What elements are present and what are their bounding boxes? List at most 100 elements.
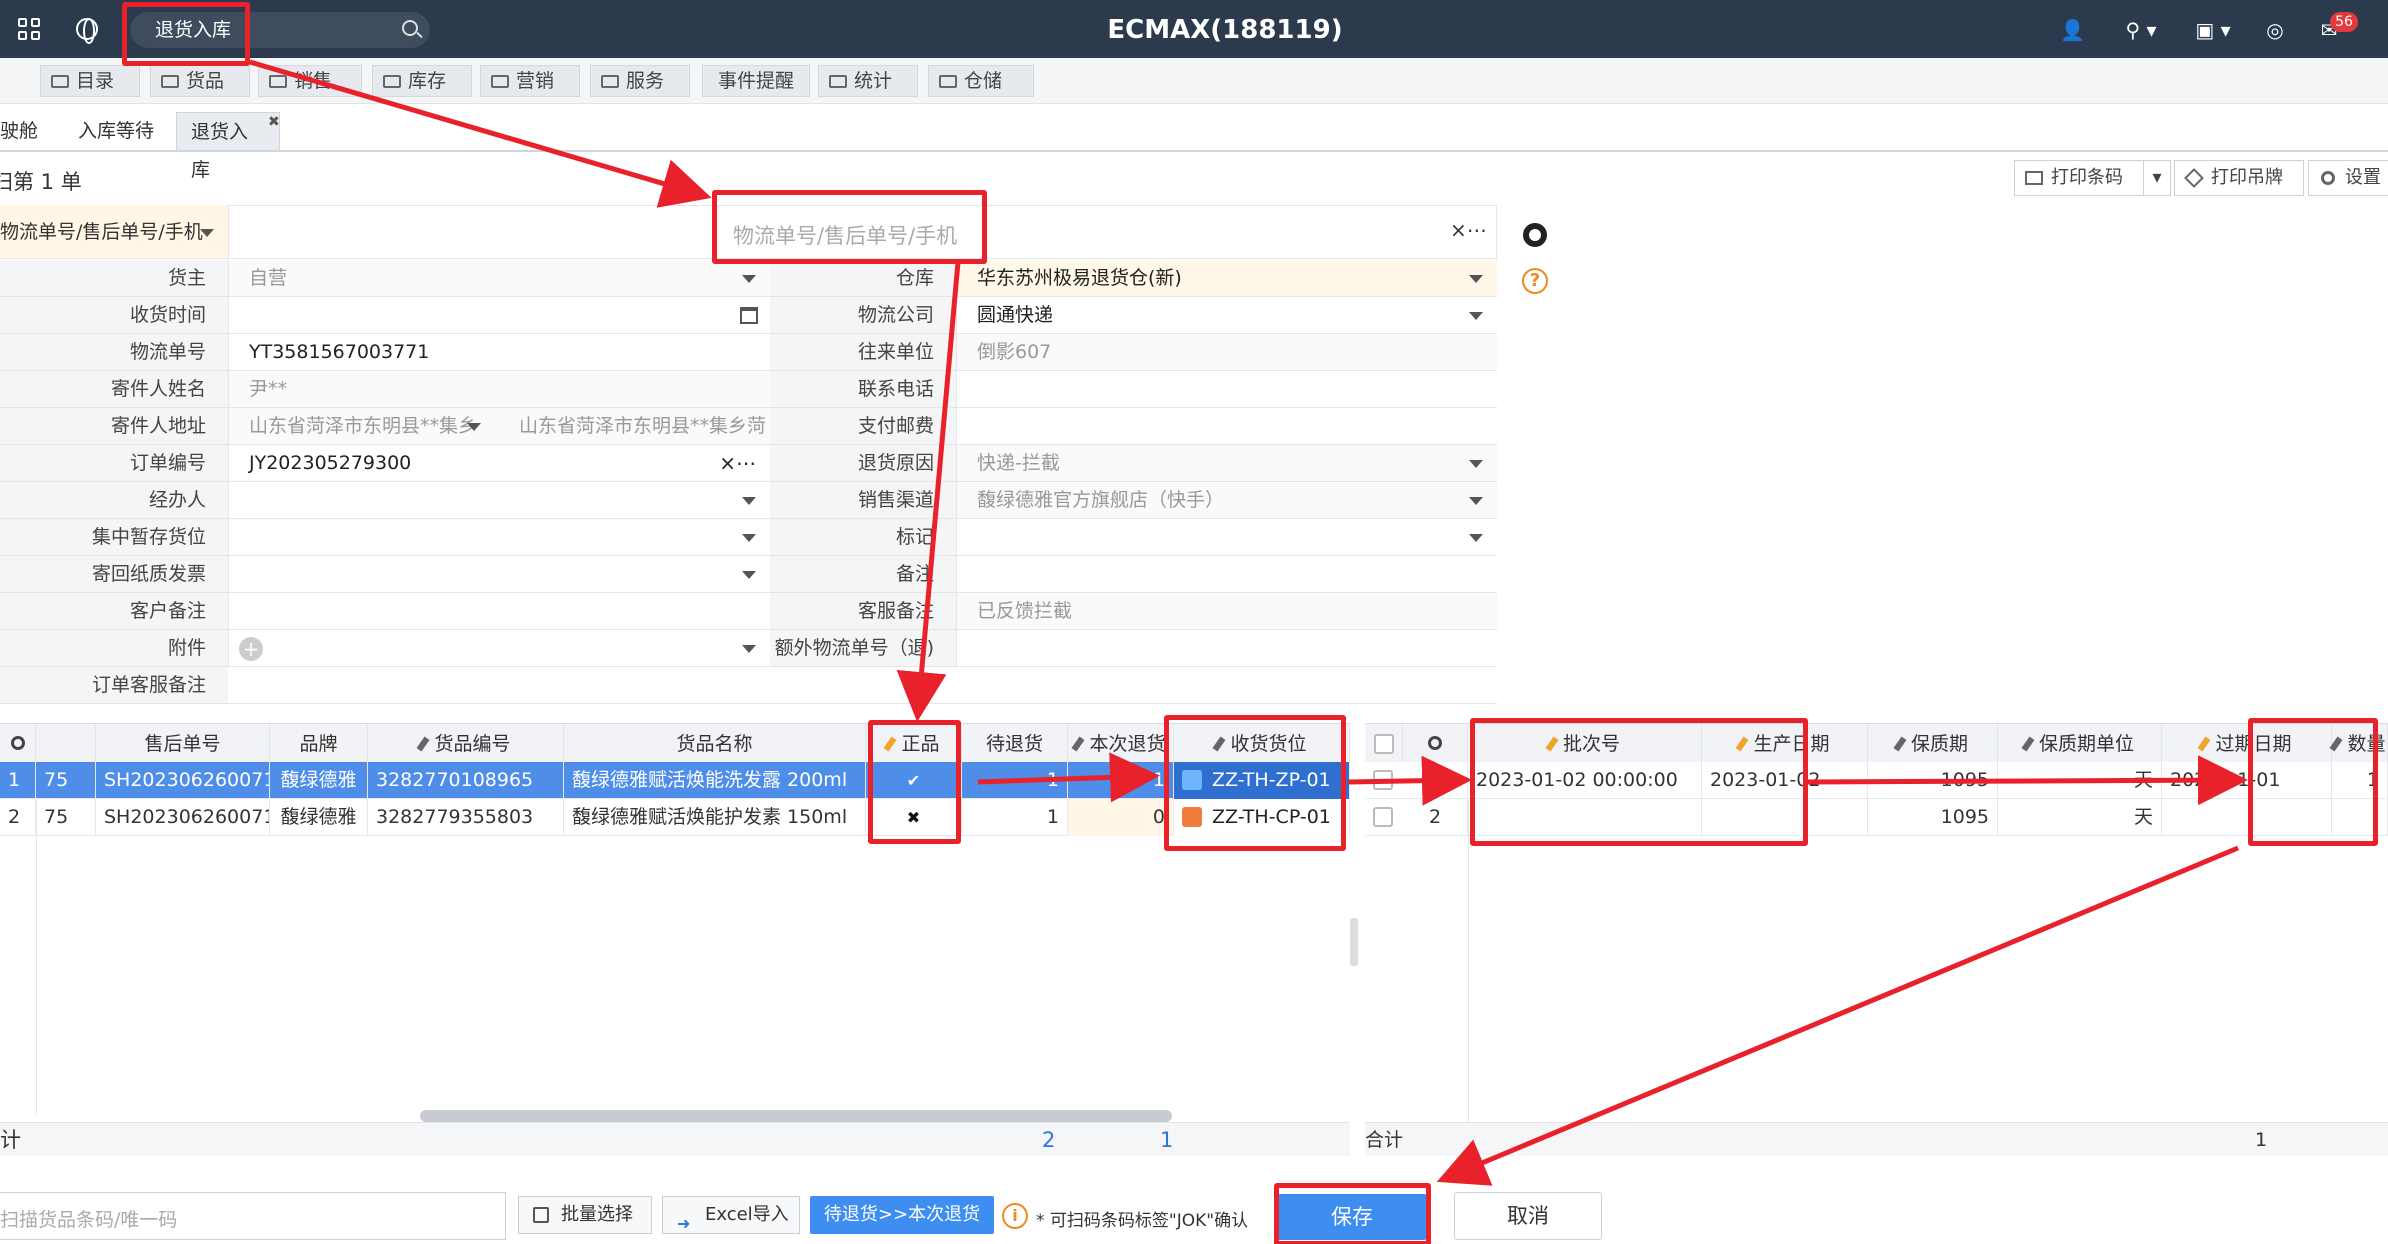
form-field-right-2[interactable]: 倒影607 (956, 334, 1497, 371)
globe-icon[interactable] (76, 18, 98, 44)
form-field-left-7[interactable] (228, 519, 770, 556)
form-field-left-1[interactable] (228, 297, 770, 334)
toolbox-icon[interactable]: ▣ ▾ (2190, 19, 2236, 41)
tab-inbound-wait[interactable]: 入库等待 (64, 112, 168, 150)
table-row[interactable]: 1 2023-01-02 00:00:00 2023-01-02 1095 天 2026-… (1365, 762, 2388, 799)
select-all-checkbox[interactable] (1373, 734, 1394, 754)
checkbox[interactable] (1373, 770, 1393, 790)
form-field-right-9[interactable]: 已反馈拦截 (956, 593, 1497, 630)
cell-qty[interactable]: 1 (2332, 762, 2388, 799)
left-grid-header-9[interactable]: 收货货位 (1174, 724, 1350, 764)
help-icon[interactable]: ? (1522, 268, 1548, 294)
right-grid-header-5[interactable]: 保质期单位 (1998, 724, 2162, 764)
grid-settings-icon[interactable] (1428, 736, 1442, 750)
cell-prod[interactable]: 2023-01-02 (1702, 762, 1868, 799)
print-barcode-button[interactable]: 打印条码 (2014, 160, 2144, 196)
form-field-left-2[interactable]: YT3581567003771 (228, 334, 770, 371)
menu-item-0[interactable]: 目录 (40, 65, 140, 97)
tab-return-inbound[interactable]: 退货入库 (176, 112, 280, 181)
print-tag-button[interactable]: 打印吊牌 (2174, 160, 2304, 196)
dropdown-icon[interactable] (1469, 534, 1483, 542)
user-icon[interactable]: 👤 (2060, 19, 2085, 41)
clear-order-icon[interactable]: ×⋯ (719, 445, 756, 481)
menu-item-2[interactable]: 销售 (258, 65, 362, 97)
form-field-right-7[interactable] (956, 519, 1497, 556)
left-grid-header-2[interactable]: 售后单号 (96, 724, 270, 764)
menu-item-8[interactable]: 仓储 (928, 65, 1034, 97)
batch-select-button[interactable]: 批量选择 (518, 1196, 652, 1234)
right-grid-header-4[interactable]: 保质期 (1868, 724, 1998, 764)
left-grid-scrollbar[interactable] (420, 1110, 1172, 1122)
add-attachment-icon[interactable]: + (239, 637, 263, 661)
dropdown-icon[interactable] (742, 275, 756, 283)
form-field-left-3[interactable]: 尹** (228, 371, 770, 408)
dropdown-icon[interactable] (742, 534, 756, 542)
tab-close-icon[interactable]: ✖ (268, 114, 280, 130)
right-grid-header-0[interactable] (1365, 724, 1403, 764)
splitter-handle[interactable] (1350, 918, 1358, 966)
form-field-right-6[interactable]: 馥绿德雅官方旗舰店（快手） (956, 482, 1497, 519)
row-checkbox[interactable] (1373, 770, 1393, 790)
form-field-right-3[interactable] (956, 371, 1497, 408)
settings-button[interactable]: 设置 (2308, 160, 2388, 196)
form-field-left-6[interactable] (228, 482, 770, 519)
left-grid-header-3[interactable]: 品牌 (270, 724, 368, 764)
cell-genuine[interactable]: ✔ (866, 762, 962, 799)
global-search-input[interactable]: 退货入库 (130, 12, 430, 48)
form-field-right-8[interactable] (956, 556, 1497, 593)
menu-item-4[interactable]: 营销 (480, 65, 580, 97)
form-field-right-4[interactable] (956, 408, 1497, 445)
form-field-right-10[interactable] (956, 630, 1497, 667)
grid-settings-icon[interactable] (10, 736, 25, 750)
move-to-this-return-button[interactable]: 待退货>>本次退货 (810, 1196, 994, 1234)
clear-search-icon[interactable]: ×⋯ (1450, 218, 1487, 242)
dropdown-icon[interactable] (742, 645, 756, 653)
support-icon[interactable]: ◎ (2264, 19, 2286, 41)
apps-grid-icon[interactable] (18, 18, 40, 40)
save-button[interactable]: 保存 (1277, 1194, 1427, 1240)
form-field-left-4[interactable]: 山东省菏泽市东明县**集乡 山东省菏泽市东明县**集乡菏 (228, 408, 770, 445)
dropdown-icon[interactable] (742, 571, 756, 579)
cancel-button[interactable]: 取消 (1454, 1192, 1602, 1240)
left-grid-header-5[interactable]: 货品名称 (564, 724, 866, 764)
form-field-left-0[interactable]: 自营 (228, 260, 770, 297)
gear-icon[interactable] (1523, 223, 1547, 247)
calendar-icon[interactable] (740, 307, 758, 324)
dropdown-icon[interactable] (1469, 497, 1483, 505)
right-grid-header-6[interactable]: 过期日期 (2162, 724, 2332, 764)
dropdown-icon[interactable] (1469, 312, 1483, 320)
cell-location[interactable]: ZZ-TH-ZP-01 (1174, 762, 1350, 799)
table-row[interactable]: 1 75 SH202306260071 馥绿德雅 3282770108965 馥绿德雅赋活… (0, 762, 1350, 799)
excel-import-button[interactable]: ➜ Excel导入 (662, 1196, 800, 1234)
menu-item-7[interactable]: 统计 (818, 65, 918, 97)
left-grid-header-8[interactable]: 本次退货 (1068, 724, 1174, 764)
print-barcode-dropdown[interactable]: ▾ (2143, 160, 2171, 196)
tab-cockpit[interactable]: 驶舱 (0, 112, 52, 150)
cell-this[interactable]: 1 (1068, 762, 1174, 799)
menu-item-5[interactable]: 服务 (590, 65, 690, 97)
checkbox[interactable] (1373, 807, 1393, 827)
form-field-right-1[interactable]: 圆通快递 (956, 297, 1497, 334)
left-grid-header-6[interactable]: 正品 (866, 724, 962, 764)
cell-expire[interactable]: 2026-01-01 (2162, 762, 2332, 799)
dropdown-icon[interactable] (742, 497, 756, 505)
form-field-left-8[interactable] (228, 556, 770, 593)
search-type-select[interactable]: 物流单号/售后单号/手机 (0, 205, 228, 259)
org-tree-icon[interactable]: ⚲ ▾ (2118, 19, 2164, 41)
search-icon[interactable] (402, 20, 418, 36)
dropdown-icon[interactable] (1469, 275, 1483, 283)
left-grid-header-7[interactable]: 待退货 (962, 724, 1068, 764)
dropdown-icon[interactable] (1469, 460, 1483, 468)
menu-item-6[interactable]: 事件提醒 (702, 65, 810, 97)
form-field-left-10[interactable]: + (228, 630, 770, 667)
menu-item-3[interactable]: 库存 (372, 65, 472, 97)
left-grid-header-4[interactable]: 货品编号 (368, 724, 564, 764)
cell-batch[interactable]: 2023-01-02 00:00:00 (1468, 762, 1702, 799)
form-field-right-5[interactable]: 快递-拦截 (956, 445, 1497, 482)
form-field-left-9[interactable] (228, 593, 770, 630)
form-field-left-5[interactable]: JY202305279300 ×⋯ (228, 445, 770, 482)
row-checkbox[interactable] (1373, 807, 1393, 827)
right-grid-header-7[interactable]: 数量 (2330, 724, 2388, 764)
form-field-right-0[interactable]: 华东苏州极易退货仓(新) (956, 260, 1497, 297)
address-dropdown-icon[interactable] (467, 423, 481, 431)
